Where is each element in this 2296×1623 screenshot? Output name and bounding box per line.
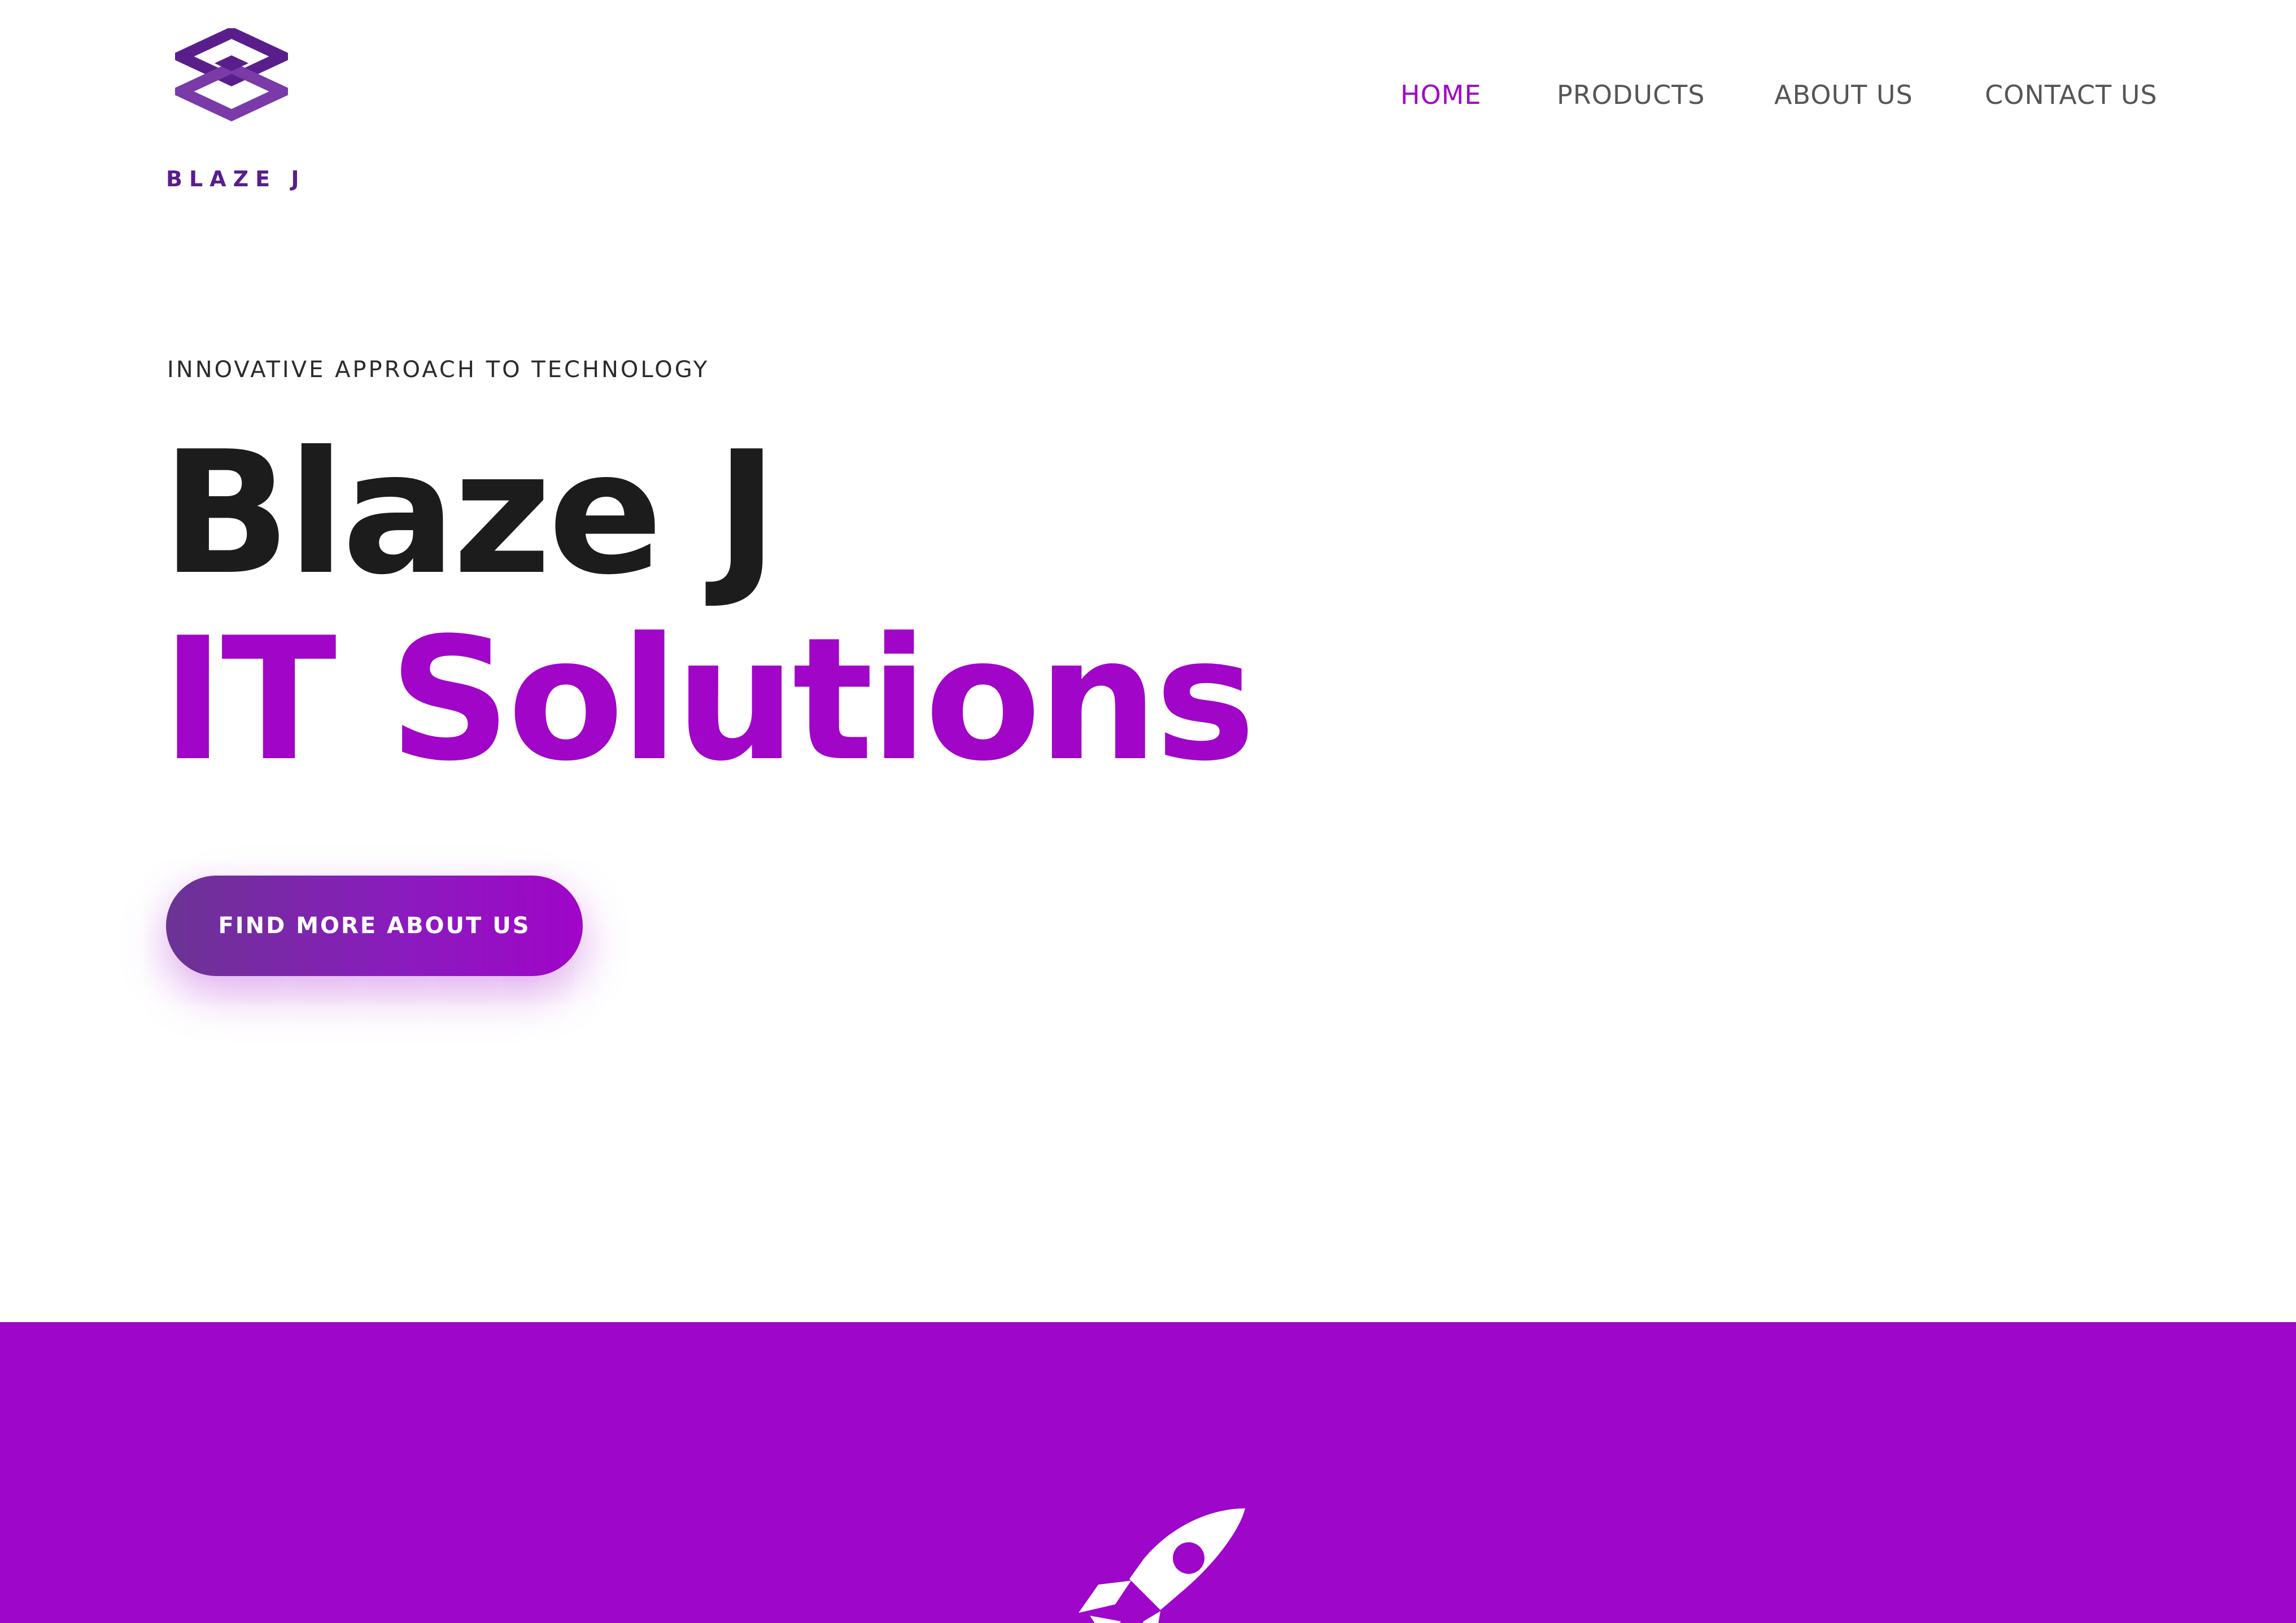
hero-title-line2: IT Solutions xyxy=(161,601,1256,798)
features-band xyxy=(0,1322,2296,1623)
nav-item-products[interactable]: PRODUCTS xyxy=(1557,78,1705,112)
hero-title-line1: Blaze J xyxy=(161,415,778,612)
page: BLAZE J HOME PRODUCTS ABOUT US CONTACT U… xyxy=(0,0,2296,1623)
nav-item-about-us[interactable]: ABOUT US xyxy=(1774,78,1913,112)
hero-title: Blaze J IT Solutions xyxy=(161,415,1256,798)
nav-item-contact-us[interactable]: CONTACT US xyxy=(1985,78,2158,112)
rocket-icon xyxy=(1079,1508,1245,1623)
hero-tagline: INNOVATIVE APPROACH TO TECHNOLOGY xyxy=(167,357,710,383)
main-nav: HOME PRODUCTS ABOUT US CONTACT US xyxy=(0,78,2296,112)
find-more-about-us-button[interactable]: FIND MORE ABOUT US xyxy=(166,876,583,976)
nav-item-home[interactable]: HOME xyxy=(1400,78,1482,112)
logo-text: BLAZE J xyxy=(166,167,306,191)
